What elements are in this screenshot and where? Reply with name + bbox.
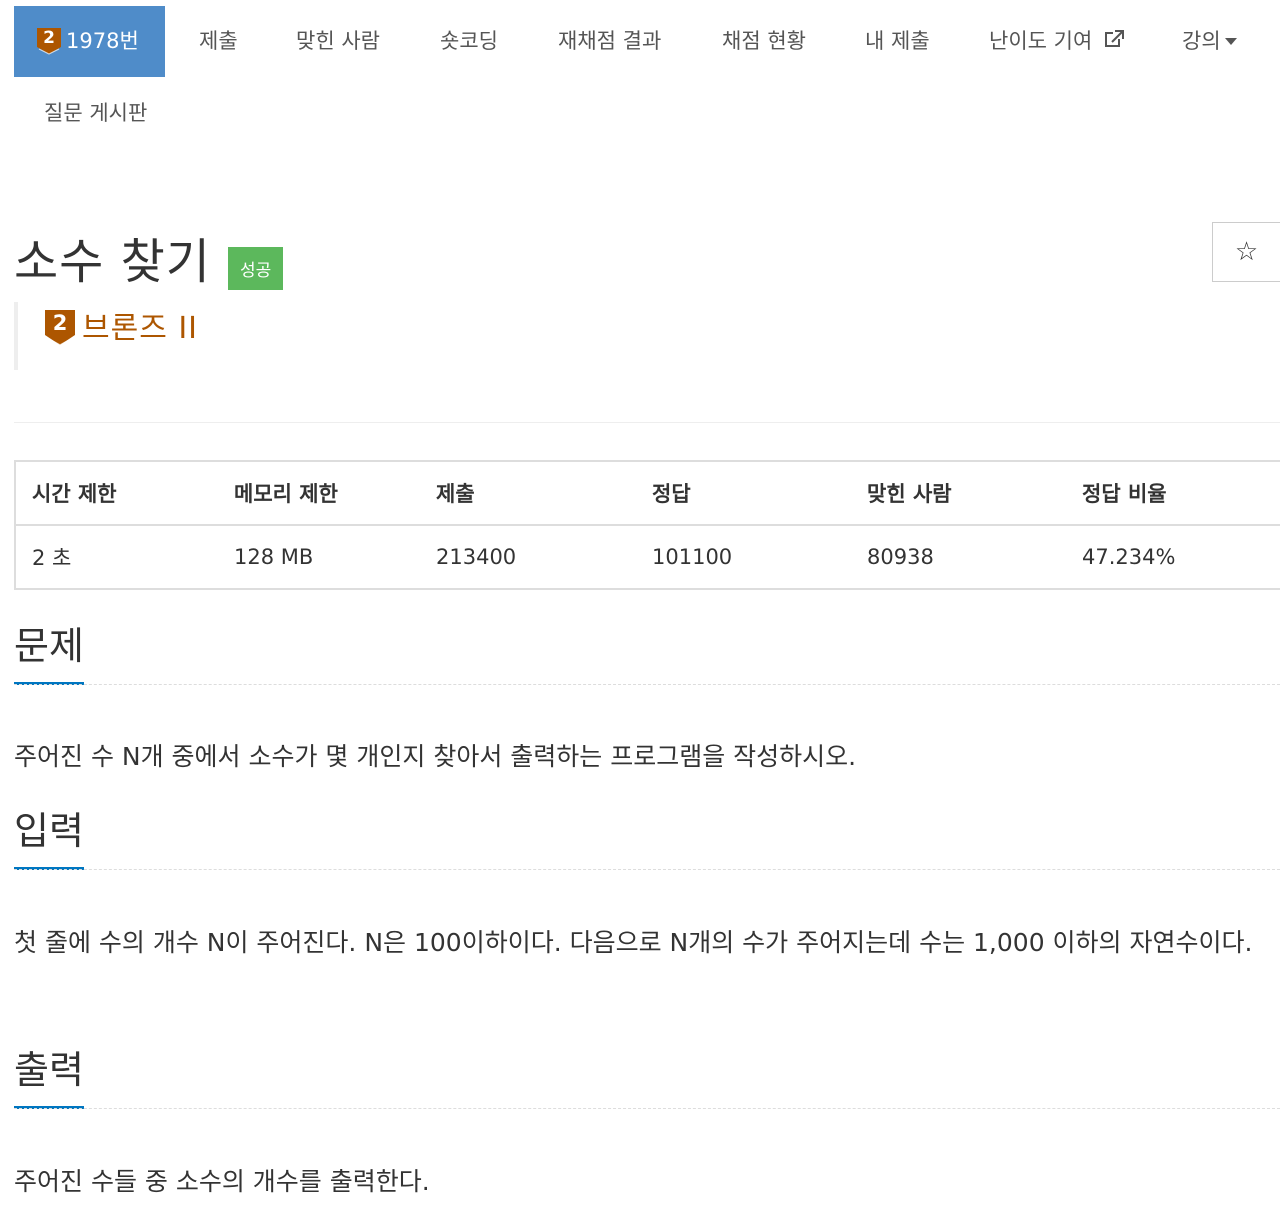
tier-label[interactable]: 브론즈 II [82,311,198,346]
nav-tab-lectures-label: 강의 [1182,29,1221,53]
divider [14,422,1280,423]
nav-tab-problem-label: 1978번 [66,29,139,53]
problem-title-row: 소수 찾기 성공 [14,222,284,292]
nav-tab-submit[interactable]: 제출 [199,6,238,77]
table-cell: 213400 [436,545,517,569]
nav-tab-problem[interactable]: 2 1978번 [14,6,165,77]
output-description: 주어진 수들 중 소수의 개수를 출력한다. [14,1167,430,1196]
problem-description: 주어진 수 N개 중에서 소수가 몇 개인지 찾아서 출력하는 프로그램을 작성… [14,742,857,771]
external-link-icon [1104,30,1124,47]
section-header-problem: 문제 [14,624,1280,685]
input-description: 첫 줄에 수의 개수 N이 주어진다. N은 100이하이다. 다음으로 N개의… [14,928,1253,957]
section-header-output: 출력 [14,1048,1280,1109]
table-header: 정답 비율 [1066,461,1280,526]
table-header: 맞힌 사람 [851,461,1066,526]
table-row: 2 초 128 MB 213400 101100 80938 47.234% [15,525,1280,589]
tier-info: 2 브론즈 II [14,302,414,370]
table-cell: 80938 [867,545,934,569]
table-cell: 2 초 [32,546,72,570]
table-header: 정답 [636,461,851,526]
nav-tab-status[interactable]: 채점 현황 [722,6,806,77]
table-header: 제출 [420,461,636,526]
bronze-tier-icon: 2 [36,27,62,55]
section-heading: 출력 [14,1048,84,1109]
table-cell: 101100 [652,545,733,569]
table-cell: 128 MB [234,545,314,569]
problem-stats-table: 시간 제한 메모리 제한 제출 정답 맞힌 사람 정답 비율 2 초 128 M… [14,460,1280,590]
table-cell: 47.234% [1082,545,1176,569]
nav-tab-qna[interactable]: 질문 게시판 [44,78,147,149]
nav-tab-short-coding[interactable]: 숏코딩 [440,6,498,77]
dotted-divider [14,1108,1280,1109]
section-header-input: 입력 [14,809,1280,870]
problem-title: 소수 찾기 [14,234,211,290]
nav-tab-solvers[interactable]: 맞힌 사람 [296,6,380,77]
nav-tab-difficulty-label: 난이도 기여 [989,29,1093,53]
caret-down-icon [1224,37,1237,45]
nav-tab-rejudge[interactable]: 재채점 결과 [558,6,661,77]
dotted-divider [14,684,1280,685]
nav-tab-difficulty[interactable]: 난이도 기여 [989,6,1125,77]
table-header: 메모리 제한 [218,461,420,526]
nav-tab-lectures[interactable]: 강의 [1182,6,1237,77]
favorite-button[interactable]: ☆ [1212,222,1280,282]
table-header: 시간 제한 [15,461,218,526]
section-heading: 문제 [14,624,84,685]
dotted-divider [14,869,1280,870]
status-badge: 성공 [228,246,284,290]
star-outline-icon: ☆ [1234,237,1259,267]
table-header-row: 시간 제한 메모리 제한 제출 정답 맞힌 사람 정답 비율 [15,461,1280,526]
nav-tab-my-submissions[interactable]: 내 제출 [865,6,930,77]
bronze-tier-icon: 2 [44,309,76,347]
section-heading: 입력 [14,809,84,870]
